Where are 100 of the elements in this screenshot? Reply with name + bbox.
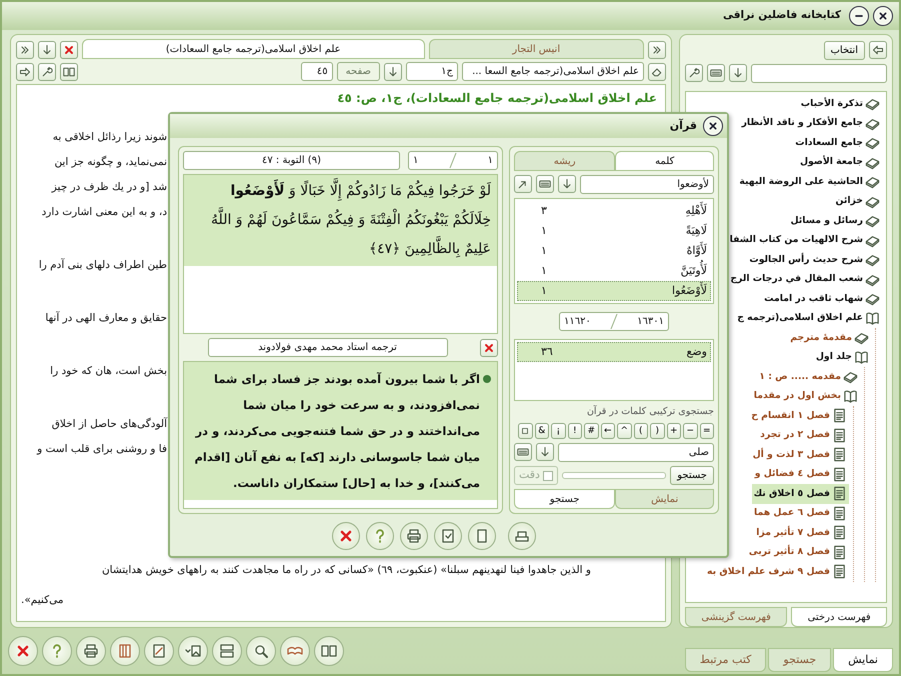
close-button[interactable] xyxy=(703,116,723,136)
tree-item[interactable]: فصل ٥ اخلاق نك xyxy=(752,484,849,504)
word-row[interactable]: لَأَهْلِهِ ٣ xyxy=(517,201,711,221)
help-button[interactable] xyxy=(42,636,72,666)
word-row[interactable]: لَاهِيَةً ١ xyxy=(517,221,711,241)
word-field[interactable]: لأوضعوا xyxy=(580,175,714,194)
bookcase-icon xyxy=(117,643,133,659)
keyboard-button[interactable] xyxy=(707,64,725,82)
tree-item[interactable]: مقدمه ..... ص : ١ xyxy=(757,367,860,386)
settings-button[interactable] xyxy=(38,62,56,80)
page-field[interactable]: ٤٥ xyxy=(300,62,333,81)
keyboard-button[interactable] xyxy=(514,443,532,461)
tab[interactable]: ریشه xyxy=(514,151,616,171)
tree-item[interactable]: جامع الأفکار و ناقد الأنظار xyxy=(740,114,882,133)
operator-button[interactable]: ^ xyxy=(617,423,632,439)
tab[interactable]: فهرست درختی xyxy=(791,607,887,627)
tree-item[interactable]: علم اخلاق اسلامی(ترجمه ج xyxy=(735,308,882,328)
forward-button[interactable] xyxy=(16,62,34,80)
tree-item[interactable]: فصل ٤ فضائل و xyxy=(752,464,849,484)
library-button[interactable] xyxy=(110,636,140,666)
close-tab-button[interactable] xyxy=(60,41,78,59)
tree-item[interactable]: رسائل و مسائل xyxy=(788,211,882,230)
minimize-button[interactable] xyxy=(849,6,869,26)
tree-item[interactable]: فصل ٧ تأثیر مزا xyxy=(754,523,849,542)
dropdown-button[interactable] xyxy=(558,175,576,193)
note-button[interactable] xyxy=(144,636,174,666)
operator-button[interactable]: ! xyxy=(568,423,582,439)
settings-button[interactable] xyxy=(685,64,703,82)
tree-item[interactable]: شرح الالهیات من کتاب الشفا xyxy=(728,230,882,250)
tab[interactable]: انیس التجار xyxy=(428,39,644,59)
help-button[interactable] xyxy=(366,522,394,550)
print-button[interactable] xyxy=(400,522,428,550)
print-button[interactable] xyxy=(76,636,106,666)
operator-button[interactable]: # xyxy=(584,423,598,439)
tree-item[interactable]: الحاشية على الروضة البهية xyxy=(737,172,882,192)
tree-item[interactable]: جامعة الأصول xyxy=(798,152,882,172)
word-row[interactable]: لَأَوَّاهٌ ١ xyxy=(517,241,711,261)
operator-button[interactable]: ( xyxy=(650,423,664,439)
book-field[interactable]: علم اخلاق اسلامی(ترجمه جامع السعا ... xyxy=(462,62,644,81)
tree-item[interactable]: جلد اول xyxy=(814,348,871,367)
operator-button[interactable]: ¡ xyxy=(551,423,566,439)
tree-item[interactable]: شهاب ثاقب در امامت xyxy=(762,289,882,308)
search-button[interactable] xyxy=(246,636,276,666)
tree-item[interactable]: شعب المقال في درجات الرج xyxy=(728,270,882,289)
volume-field[interactable]: ج١ xyxy=(406,62,458,81)
operator-button[interactable]: & xyxy=(534,423,549,439)
layout-button[interactable] xyxy=(212,636,242,666)
close-button[interactable] xyxy=(873,6,893,26)
scroll-tabs-button[interactable] xyxy=(16,41,34,59)
search-field[interactable] xyxy=(751,64,887,83)
tree-item[interactable]: فصل ٩ شرف علم اخلاق به xyxy=(705,562,849,582)
tree-item[interactable]: فصل ٨ تأثیر تربی xyxy=(746,542,849,562)
root-row[interactable]: وضع ٣٦ xyxy=(517,342,711,362)
tab[interactable]: کتب مرتبط xyxy=(684,648,766,672)
clear-button[interactable] xyxy=(648,62,666,80)
tree-item[interactable]: فصل ٣ لذت و أل xyxy=(750,445,849,464)
paste-button[interactable] xyxy=(434,522,462,550)
word-row[interactable]: لَأَوْضَعُوا ١ xyxy=(517,281,711,301)
dropdown-button[interactable] xyxy=(729,64,747,82)
tree-item[interactable]: خزائن xyxy=(833,192,882,211)
operator-button[interactable]: ← xyxy=(600,423,615,439)
compare-button[interactable] xyxy=(314,636,344,666)
tab[interactable]: جستجو xyxy=(768,648,832,672)
close-translation-button[interactable] xyxy=(480,338,498,356)
select-button[interactable]: انتخاب xyxy=(824,41,865,60)
tab[interactable]: نمایش xyxy=(615,489,714,509)
word-row[interactable]: لَأُوتَيَنَّ ١ xyxy=(517,261,711,281)
tab[interactable]: فهرست گزینشی xyxy=(684,607,788,627)
operator-button[interactable]: − xyxy=(683,423,698,439)
tree-item[interactable]: شرح حدیث رأس الجالوت xyxy=(747,250,882,270)
back-button[interactable] xyxy=(869,41,887,59)
tree-item[interactable]: جامع السعادات xyxy=(793,133,882,152)
split-view-button[interactable] xyxy=(60,62,78,80)
tree-item[interactable]: تذکرة الأحباب xyxy=(798,94,882,114)
dropdown-button[interactable] xyxy=(536,443,554,461)
tab-menu-button[interactable] xyxy=(38,41,56,59)
expand-button[interactable] xyxy=(514,175,532,193)
tab[interactable]: کلمه xyxy=(615,151,714,171)
tab[interactable]: علم اخلاق اسلامی(ترجمه جامع السعادات) xyxy=(82,39,425,59)
tree-item[interactable]: فصل ١ انقسام ح xyxy=(749,406,849,426)
document-button[interactable] xyxy=(468,522,496,550)
volume-menu-button[interactable] xyxy=(384,62,402,80)
tab[interactable]: نمایش xyxy=(833,648,893,672)
tree-item[interactable]: مقدمهٔ مترجم xyxy=(788,328,871,348)
operator-button[interactable] xyxy=(518,423,532,439)
tree-item[interactable]: فصل ٢ در تجرد xyxy=(758,426,849,445)
keyboard-button[interactable] xyxy=(536,175,554,193)
operator-button[interactable]: ) xyxy=(634,423,648,439)
scroll-tabs-button[interactable] xyxy=(648,41,666,59)
quran-button[interactable] xyxy=(280,636,310,666)
tab[interactable]: جستجو xyxy=(514,489,616,509)
operator-button[interactable]: = xyxy=(700,423,714,439)
tree-item[interactable]: بخش اول در مقدما xyxy=(752,386,860,406)
tray-button[interactable] xyxy=(508,522,536,550)
operator-button[interactable]: + xyxy=(666,423,681,439)
search-button[interactable]: جستجو xyxy=(670,466,714,485)
combo-field[interactable]: صلی xyxy=(558,443,714,462)
image-button[interactable] xyxy=(178,636,208,666)
close-icon xyxy=(877,10,889,22)
tree-item[interactable]: فصل ٦ عمل هما xyxy=(752,504,849,523)
